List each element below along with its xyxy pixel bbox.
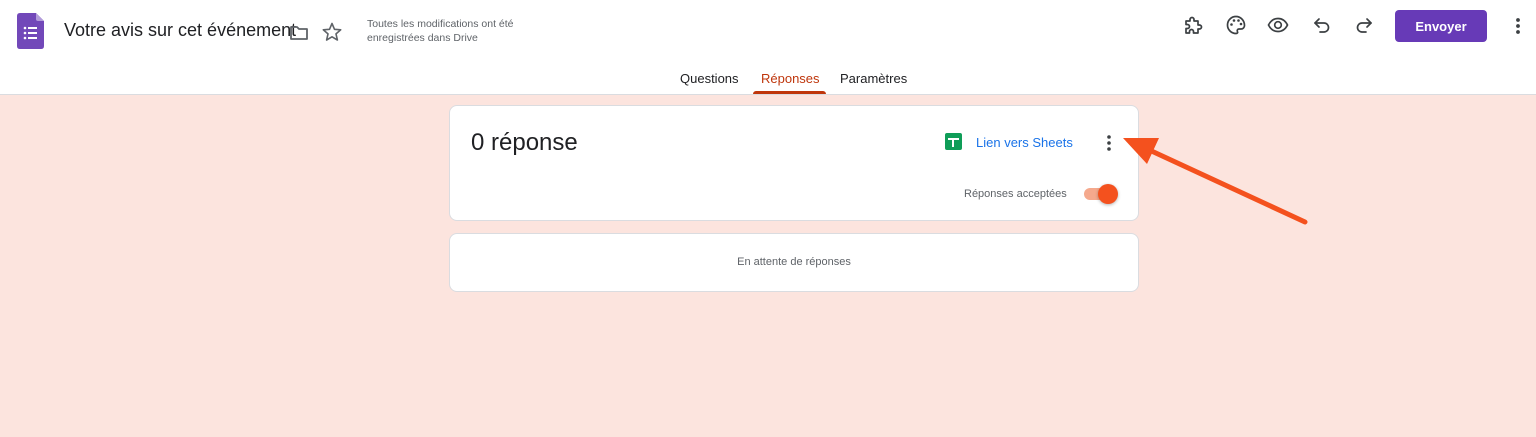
sheets-icon[interactable]: [945, 133, 962, 150]
accepting-responses-toggle[interactable]: [1082, 184, 1118, 204]
redo-icon[interactable]: [1352, 13, 1376, 37]
active-tab-indicator: [753, 91, 826, 94]
more-vert-icon[interactable]: [1508, 14, 1528, 38]
accepting-responses-label: Réponses acceptées: [964, 188, 1067, 200]
tab-questions[interactable]: Questions: [680, 71, 739, 86]
responses-summary-card: 0 réponse Lien vers Sheets Réponses acce…: [449, 105, 1139, 221]
forms-app-icon[interactable]: [17, 13, 44, 49]
responses-empty-card: En attente de réponses: [449, 233, 1139, 292]
eye-icon[interactable]: [1266, 13, 1290, 37]
addon-icon[interactable]: [1181, 13, 1205, 37]
tab-bar: Questions Réponses Paramètres: [0, 71, 1536, 95]
waiting-for-responses: En attente de réponses: [737, 256, 851, 268]
save-status: Toutes les modifications ont été enregis…: [367, 18, 514, 44]
tab-settings[interactable]: Paramètres: [840, 71, 907, 86]
folder-icon[interactable]: [287, 21, 311, 45]
response-count: 0 réponse: [471, 129, 578, 156]
form-title[interactable]: Votre avis sur cet événement: [64, 20, 296, 41]
link-to-sheets[interactable]: Lien vers Sheets: [976, 135, 1073, 150]
top-bar: Votre avis sur cet événement Toutes les …: [0, 0, 1536, 95]
palette-icon[interactable]: [1224, 13, 1248, 37]
tab-responses[interactable]: Réponses: [761, 71, 820, 86]
annotation-arrow-icon: [1123, 138, 1308, 225]
undo-icon[interactable]: [1310, 13, 1334, 37]
star-icon[interactable]: [320, 20, 344, 44]
send-button[interactable]: Envoyer: [1395, 10, 1487, 42]
